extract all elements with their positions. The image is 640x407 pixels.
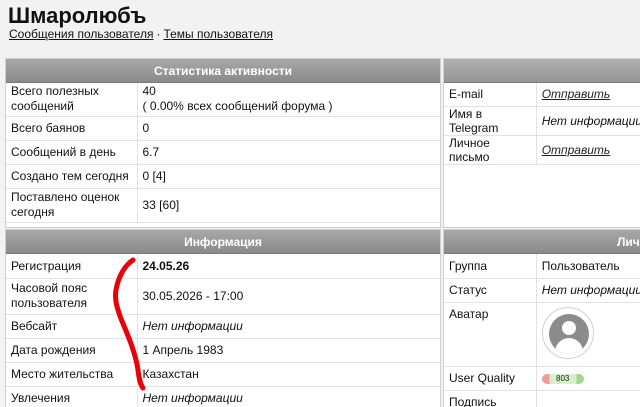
info-value: Казахстан xyxy=(137,362,440,387)
info-value: Нет информации xyxy=(137,386,440,407)
stats-panel-header: Статистика активности xyxy=(6,59,440,83)
info-row: Часовой пояс пользователя 30.05.2026 - 1… xyxy=(6,278,440,315)
info-label: Место жительства xyxy=(6,362,138,387)
personal-value: Нет информации xyxy=(536,278,640,303)
personal-label: User Quality xyxy=(444,366,537,391)
personal-row: Аватар xyxy=(444,302,640,367)
stat-row: Всего баянов 0 xyxy=(6,116,440,141)
personal-row: Подпись xyxy=(444,390,640,407)
contact-row: Личное письмо Отправить xyxy=(444,135,640,165)
contact-row: Имя в Telegram Нет информации xyxy=(444,106,640,136)
email-send-link[interactable]: Отправить xyxy=(542,87,611,101)
pm-send-link[interactable]: Отправить xyxy=(542,143,611,157)
personal-label: Статус xyxy=(444,278,537,303)
info-panel-header: Информация xyxy=(6,230,440,254)
user-posts-link[interactable]: Сообщения пользователя xyxy=(9,27,153,41)
info-label: Дата рождения xyxy=(6,338,138,363)
stat-label: Всего полезных сообщений xyxy=(6,83,138,117)
stats-panel: Статистика активности Всего полезных соо… xyxy=(5,58,441,228)
contacts-panel-header xyxy=(444,59,640,83)
stat-value-text: 40 xyxy=(142,84,156,99)
contact-value: Отправить xyxy=(536,135,640,165)
info-value: 24.05.26 xyxy=(137,254,440,279)
info-label: Часовой пояс пользователя xyxy=(6,278,138,315)
info-row: Дата рождения 1 Апрель 1983 xyxy=(6,338,440,363)
stat-label: Создано тем сегодня xyxy=(6,164,138,189)
info-row: Место жительства Казахстан xyxy=(6,362,440,387)
info-panel: Информация Регистрация 24.05.26 Часовой … xyxy=(5,229,441,407)
personal-row: User Quality 803 xyxy=(444,366,640,391)
info-label: Регистрация xyxy=(6,254,138,279)
personal-label: Группа xyxy=(444,254,537,279)
info-row: Регистрация 24.05.26 xyxy=(6,254,440,279)
stat-value: 0 xyxy=(137,116,440,141)
user-topics-link[interactable]: Темы пользователя xyxy=(163,27,273,41)
avatar-cell xyxy=(536,302,640,367)
page-title: Шмаролюбъ xyxy=(8,3,147,28)
stat-row: Создано тем сегодня 0 [4] xyxy=(6,164,440,189)
stat-value: 33 [60] xyxy=(137,188,440,223)
contact-label: E-mail xyxy=(444,83,537,107)
personal-value xyxy=(536,390,640,407)
quality-badge: 803 xyxy=(541,373,584,384)
info-value: 30.05.2026 - 17:00 xyxy=(137,278,440,315)
personal-label: Подпись xyxy=(444,390,537,407)
info-value: 1 Апрель 1983 xyxy=(137,338,440,363)
stat-row: Всего полезных сообщений 40 ( 0.00% всех… xyxy=(6,83,440,117)
contacts-panel: E-mail Отправить Имя в Telegram Нет инфо… xyxy=(443,58,640,228)
stat-value: 40 ( 0.00% всех сообщений форума ) xyxy=(137,83,440,117)
stat-row: Поставлено оценок сегодня 33 [60] xyxy=(6,188,440,223)
contact-row: E-mail Отправить xyxy=(444,83,640,107)
stat-row: Сообщений в день 6.7 xyxy=(6,140,440,165)
default-avatar-icon xyxy=(548,313,589,354)
personal-panel: Личная информация Группа Пользователь Ст… xyxy=(443,229,640,407)
user-links: Сообщения пользователя · Темы пользователя xyxy=(9,27,273,41)
contact-label: Личное письмо xyxy=(444,135,537,165)
personal-panel-header: Личная информация xyxy=(444,230,640,254)
personal-row: Группа Пользователь xyxy=(444,254,640,279)
stat-value: 0 [4] xyxy=(137,164,440,189)
personal-label: Аватар xyxy=(444,302,537,367)
stat-note: ( 0.00% всех сообщений форума ) xyxy=(142,99,333,114)
info-value: Нет информации xyxy=(137,314,440,339)
contact-value: Отправить xyxy=(536,83,640,107)
stat-label: Поставлено оценок сегодня xyxy=(6,188,138,223)
link-separator: · xyxy=(156,27,161,41)
info-row: Вебсайт Нет информации xyxy=(6,314,440,339)
personal-row: Статус Нет информации xyxy=(444,278,640,303)
info-label: Вебсайт xyxy=(6,314,138,339)
personal-value: 803 xyxy=(536,366,640,391)
contact-label: Имя в Telegram xyxy=(444,106,537,136)
stat-label: Сообщений в день xyxy=(6,140,138,165)
personal-value: Пользователь xyxy=(536,254,640,279)
info-row: Увлечения Нет информации xyxy=(6,386,440,407)
stat-label: Всего баянов xyxy=(6,116,138,141)
contact-value: Нет информации xyxy=(536,106,640,136)
avatar[interactable] xyxy=(541,306,594,359)
stat-value: 6.7 xyxy=(137,140,440,165)
info-label: Увлечения xyxy=(6,386,138,407)
